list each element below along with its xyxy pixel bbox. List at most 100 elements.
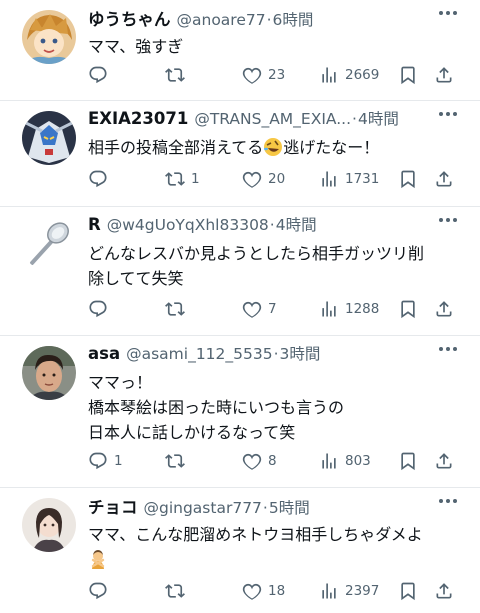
action-bar: 1 8 803 — [88, 449, 458, 473]
timestamp[interactable]: 3時間 — [280, 342, 321, 364]
post[interactable]: EXIA23071 @TRANS_AM_EXIA... · 4時間 相手の投稿全… — [0, 101, 480, 207]
repost-button[interactable]: 1 — [165, 167, 200, 191]
post[interactable]: asa @asami_112_5535 · 3時間 ママっ！ 橋本琴絵は困った時… — [0, 336, 480, 488]
views-icon — [319, 299, 339, 319]
user-handle[interactable]: @w4gUoYqXhl83308 — [107, 216, 269, 234]
reply-icon — [88, 169, 108, 189]
view-count: 803 — [345, 453, 371, 469]
more-icon[interactable] — [438, 346, 458, 352]
post-text-line: ママっ！ — [88, 373, 153, 392]
like-button[interactable]: 18 — [242, 579, 285, 603]
views-button[interactable]: 2669 — [319, 63, 379, 87]
display-name[interactable]: asa — [88, 344, 120, 363]
views-button[interactable]: 2397 — [319, 579, 379, 603]
avatar[interactable] — [22, 498, 76, 552]
share-button[interactable] — [434, 63, 454, 87]
share-icon — [434, 581, 454, 601]
separator: · — [352, 110, 357, 128]
repost-button[interactable] — [165, 579, 191, 603]
display-name[interactable]: ゆうちゃん — [88, 6, 171, 30]
more-icon[interactable] — [438, 111, 458, 117]
post-text-segment: 逃げたなー！ — [283, 138, 380, 157]
user-handle[interactable]: @asami_112_5535 — [126, 345, 273, 363]
bookmark-icon — [398, 299, 418, 319]
display-name[interactable]: EXIA23071 — [88, 109, 188, 128]
timestamp[interactable]: 6時間 — [273, 8, 314, 30]
display-name[interactable]: R — [88, 215, 101, 234]
reply-count: 1 — [114, 453, 123, 469]
repost-icon — [165, 581, 185, 601]
bookmark-icon — [398, 581, 418, 601]
view-count: 1288 — [345, 301, 380, 317]
timestamp[interactable]: 4時間 — [358, 107, 399, 129]
heart-icon — [242, 451, 262, 471]
share-icon — [434, 451, 454, 471]
reply-icon — [88, 299, 108, 319]
reply-icon — [88, 581, 108, 601]
person-gesturing-no-emoji — [91, 550, 105, 569]
share-button[interactable] — [434, 297, 454, 321]
reply-button[interactable] — [88, 167, 114, 191]
view-count: 1731 — [345, 171, 380, 187]
repost-button[interactable] — [165, 63, 191, 87]
post[interactable]: チョコ @gingastar777 · 5時間 ママ、こんな肥溜めネトウヨ相手し… — [0, 488, 480, 613]
like-count: 18 — [268, 583, 286, 599]
heart-icon — [242, 169, 262, 189]
views-button[interactable]: 803 — [319, 449, 371, 473]
bookmark-button[interactable] — [398, 63, 418, 87]
bookmark-button[interactable] — [398, 167, 418, 191]
like-button[interactable]: 20 — [242, 167, 285, 191]
views-button[interactable]: 1288 — [319, 297, 379, 321]
post-text: どんなレスバか見ようとしたら相手ガッツリ削 除してて失笑 — [88, 241, 466, 291]
user-handle[interactable]: @gingastar777 — [144, 499, 262, 517]
post-text: ママ、強すぎ — [88, 34, 466, 59]
bookmark-button[interactable] — [398, 449, 418, 473]
repost-icon — [165, 451, 185, 471]
avatar[interactable] — [22, 10, 76, 64]
share-button[interactable] — [434, 167, 454, 191]
post-text-line: 除してて失笑 — [88, 269, 184, 288]
post-text: 相手の投稿全部消えてる 逃げたなー！ — [88, 135, 466, 160]
heart-icon — [242, 299, 262, 319]
reply-feed: ゆうちゃん @anoare77 · 6時間 ママ、強すぎ 23 2669 EXI — [0, 0, 480, 613]
share-button[interactable] — [434, 579, 454, 603]
avatar[interactable] — [22, 346, 76, 400]
view-count: 2669 — [345, 67, 380, 83]
like-count: 23 — [268, 67, 286, 83]
reply-button[interactable]: 1 — [88, 449, 123, 473]
more-icon[interactable] — [438, 217, 458, 223]
views-button[interactable]: 1731 — [319, 167, 379, 191]
repost-count: 1 — [191, 171, 200, 187]
reply-icon — [88, 451, 108, 471]
more-icon[interactable] — [438, 10, 458, 16]
share-button[interactable] — [434, 449, 454, 473]
timestamp[interactable]: 4時間 — [276, 213, 317, 235]
post-text-line: ママ、強すぎ — [88, 37, 184, 56]
reply-button[interactable] — [88, 63, 114, 87]
post-text: ママっ！ 橋本琴絵は困った時にいつも言うの 日本人に話しかけるなって笑 — [88, 370, 466, 445]
like-button[interactable]: 8 — [242, 449, 277, 473]
display-name[interactable]: チョコ — [88, 494, 138, 518]
avatar[interactable] — [22, 217, 76, 271]
avatar[interactable] — [22, 111, 76, 165]
like-button[interactable]: 7 — [242, 297, 277, 321]
more-icon[interactable] — [438, 498, 458, 504]
reply-button[interactable] — [88, 579, 114, 603]
share-icon — [434, 169, 454, 189]
like-button[interactable]: 23 — [242, 63, 285, 87]
user-handle[interactable]: @TRANS_AM_EXIA... — [194, 110, 351, 128]
post[interactable]: ゆうちゃん @anoare77 · 6時間 ママ、強すぎ 23 2669 — [0, 0, 480, 101]
bookmark-button[interactable] — [398, 297, 418, 321]
repost-button[interactable] — [165, 297, 191, 321]
reply-button[interactable] — [88, 297, 114, 321]
post[interactable]: R @w4gUoYqXhl83308 · 4時間 どんなレスバか見ようとしたら相… — [0, 207, 480, 336]
user-handle[interactable]: @anoare77 — [177, 11, 266, 29]
post-text-line: 橋本琴絵は困った時にいつも言うの — [88, 398, 345, 417]
action-bar: 18 2397 — [88, 579, 458, 603]
timestamp[interactable]: 5時間 — [269, 496, 310, 518]
bookmark-button[interactable] — [398, 579, 418, 603]
share-icon — [434, 299, 454, 319]
post-text-line: 相手の投稿全部消えてる 逃げたなー！ — [88, 135, 466, 160]
post-text: ママ、こんな肥溜めネトウヨ相手しちゃダメよ — [88, 522, 466, 572]
repost-button[interactable] — [165, 449, 191, 473]
